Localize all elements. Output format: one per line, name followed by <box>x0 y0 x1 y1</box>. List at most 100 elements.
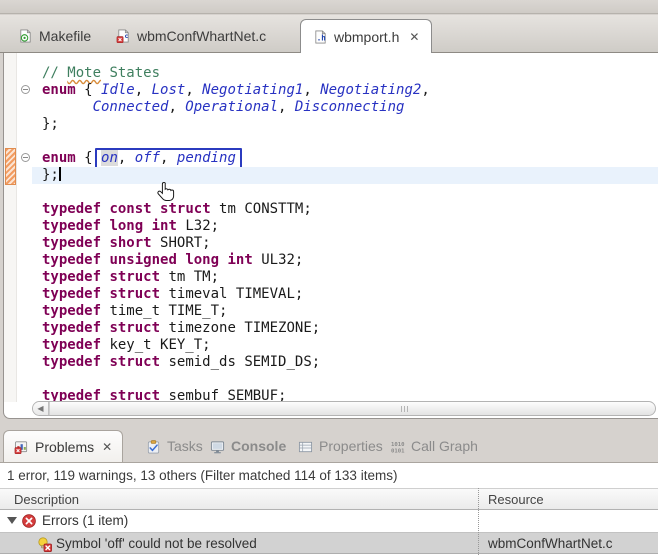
code-token: L32; <box>176 218 220 234</box>
code-token: , <box>160 150 177 166</box>
code-token: enum <box>42 82 76 98</box>
fold-collapse-icon[interactable] <box>21 153 30 162</box>
console-icon <box>210 439 225 454</box>
code-token: time_t TIME_T; <box>101 303 228 319</box>
code-token: long <box>185 252 220 268</box>
code-line[interactable]: typedef short SHORT; <box>32 235 658 252</box>
problems-summary: 1 error, 119 warnings, 13 others (Filter… <box>7 468 398 483</box>
code-token: typedef <box>42 286 102 302</box>
code-token: Operational <box>185 99 279 115</box>
code-line[interactable]: typedef struct semid_ds SEMID_DS; <box>32 354 658 371</box>
view-tab-label: Problems <box>35 438 95 455</box>
code-editor[interactable]: // Mote States enum { Idle, Lost, Negotia… <box>3 53 658 419</box>
code-line[interactable]: // Mote States <box>32 65 658 82</box>
svg-text:c: c <box>124 32 128 40</box>
code-token: Idle <box>101 82 135 98</box>
code-line[interactable]: typedef struct timeval TIMEVAL; <box>32 286 658 303</box>
code-token: UL32; <box>252 252 304 268</box>
code-line[interactable]: }; <box>32 116 658 133</box>
code-token: { <box>75 150 102 166</box>
column-description[interactable]: Description <box>14 492 79 507</box>
code-token: typedef <box>42 354 102 370</box>
bottom-view-tab-strip: Problems ✕ Tasks Console Properties 1010 0101 C… <box>0 430 658 462</box>
scrollbar-thumb[interactable] <box>49 402 655 415</box>
code-token: timeval TIMEVAL; <box>160 286 304 302</box>
code-token: typedef <box>42 269 102 285</box>
column-resource[interactable]: Resource <box>488 492 544 507</box>
code-token: struct <box>109 320 161 336</box>
code-token: typedef <box>42 252 102 268</box>
view-tab-label: Properties <box>319 438 383 454</box>
code-token: typedef <box>42 201 102 217</box>
editor-tab-wbmport-h[interactable]: .h wbmport.h ✕ <box>300 19 433 53</box>
code-token: }; <box>42 167 59 183</box>
tab-close-icon[interactable]: ✕ <box>409 30 419 44</box>
view-tab-console[interactable]: Console <box>200 430 296 462</box>
code-line[interactable]: typedef long int L32; <box>32 218 658 235</box>
column-divider[interactable] <box>478 488 479 555</box>
code-token: struct <box>109 269 161 285</box>
code-token: int <box>227 252 253 268</box>
text-caret <box>58 167 61 181</box>
code-line[interactable] <box>32 133 658 150</box>
horizontal-scrollbar[interactable]: ◀ <box>32 401 656 416</box>
code-line[interactable]: typedef key_t KEY_T; <box>32 337 658 354</box>
code-line[interactable]: typedef struct tm TM; <box>32 269 658 286</box>
code-line[interactable]: typedef const struct tm CONSTTM; <box>32 201 658 218</box>
code-line[interactable]: enum { Idle, Lost, Negotiating1, Negotia… <box>32 82 658 99</box>
code-token: Lost <box>151 82 186 98</box>
code-line-current[interactable]: }; <box>32 167 658 184</box>
view-tab-problems[interactable]: Problems ✕ <box>3 430 124 462</box>
code-token: enum <box>42 150 76 166</box>
fold-collapse-icon[interactable] <box>21 85 30 94</box>
code-token: Connected <box>92 99 169 115</box>
editor-tab-strip: Makefile c wbmConfWhartNet.c .h wbmport.h ✕ <box>0 15 658 53</box>
code-line[interactable]: enum { on, off, pending <box>32 148 658 169</box>
editor-tab-makefile[interactable]: Makefile <box>6 20 103 52</box>
code-token: tm CONSTTM; <box>210 201 312 217</box>
errors-group-label: Errors (1 item) <box>42 513 129 528</box>
problem-resource: wbmConfWhartNet.c <box>488 536 613 551</box>
code-area[interactable]: // Mote States enum { Idle, Lost, Negotia… <box>32 65 658 405</box>
view-tab-call-graph[interactable]: 1010 0101 Call Graph <box>380 430 488 462</box>
code-line[interactable]: Connected, Operational, Disconnecting <box>32 99 658 116</box>
problems-table-header[interactable]: Description Resource <box>0 488 658 510</box>
code-line[interactable] <box>32 184 658 201</box>
tasks-icon <box>146 439 161 454</box>
code-token: , <box>303 82 321 98</box>
editor-tab-wbmconfwhartnet-c[interactable]: c wbmConfWhartNet.c <box>104 20 278 52</box>
code-token: struct <box>109 354 161 370</box>
code-token: // <box>42 65 68 81</box>
code-line[interactable]: typedef unsigned long int UL32; <box>32 252 658 269</box>
scroll-left-arrow-icon[interactable]: ◀ <box>33 402 49 415</box>
code-line[interactable] <box>32 371 658 388</box>
editor-tab-label: wbmport.h <box>334 28 400 45</box>
code-token: int <box>151 218 177 234</box>
view-tab-label: Tasks <box>167 438 203 454</box>
call-graph-icon: 1010 0101 <box>390 439 405 455</box>
code-token: , <box>117 150 135 166</box>
code-token: SHORT; <box>151 235 211 251</box>
svg-text:1010: 1010 <box>391 442 405 448</box>
tab-close-icon[interactable]: ✕ <box>102 440 112 454</box>
annotation-ruler[interactable] <box>4 53 17 402</box>
code-token: , <box>168 99 186 115</box>
code-token: tm TM; <box>160 269 220 285</box>
code-line[interactable]: typedef struct timezone TIMEZONE; <box>32 320 658 337</box>
errors-group-row[interactable]: Errors (1 item) <box>0 510 658 532</box>
code-token: , <box>185 82 203 98</box>
problem-description: Symbol 'off' could not be resolved <box>56 536 257 551</box>
expander-triangle-icon[interactable] <box>7 517 17 524</box>
code-line[interactable]: typedef time_t TIME_T; <box>32 303 658 320</box>
problem-row-selected[interactable]: Symbol 'off' could not be resolved wbmCo… <box>0 532 658 554</box>
occurrence-marker <box>5 148 16 185</box>
code-token: long <box>109 218 144 234</box>
code-token: typedef <box>42 320 102 336</box>
code-token: Negotiating2 <box>320 82 422 98</box>
view-tab-properties[interactable]: Properties <box>288 430 393 462</box>
problems-view: 1 error, 119 warnings, 13 others (Filter… <box>0 462 658 555</box>
code-token: typedef <box>42 218 102 234</box>
error-icon <box>22 514 36 528</box>
